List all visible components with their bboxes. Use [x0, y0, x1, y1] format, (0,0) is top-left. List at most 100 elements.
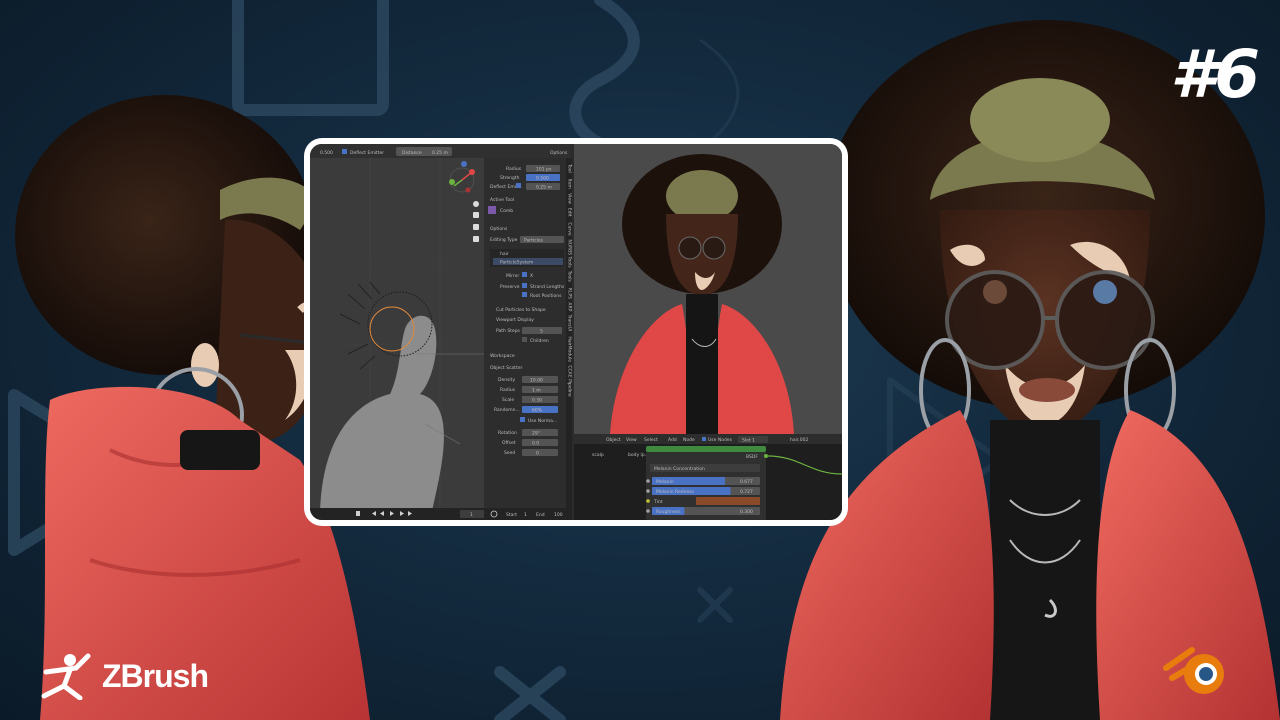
- scatter-radius-value: 1 m: [532, 388, 541, 394]
- parametrization-value: Melanin Concentration: [654, 466, 705, 472]
- particle-system-item[interactable]: ParticleSystem: [500, 260, 533, 266]
- strength-label: Strength: [500, 175, 520, 181]
- offset-label: Offset: [502, 440, 516, 446]
- use-normal-label: Use Norma...: [528, 418, 557, 424]
- mirror-value: X: [530, 273, 533, 279]
- roughness-socket[interactable]: [646, 509, 650, 513]
- menu-view[interactable]: View: [626, 437, 637, 443]
- mirror-checkbox[interactable]: [522, 272, 527, 277]
- side-tab-nurbs-tools[interactable]: NURBS Tools: [567, 239, 573, 268]
- side-tab-transui[interactable]: TransUI: [567, 314, 573, 332]
- density-label: Density: [498, 377, 515, 383]
- current-frame-value: 1: [470, 512, 473, 518]
- menu-node[interactable]: Node: [683, 437, 695, 443]
- zbrush-logo-text: ZBrush: [102, 657, 209, 694]
- side-tab-rlps[interactable]: RLPS: [567, 288, 573, 299]
- children-checkbox[interactable]: [522, 337, 527, 342]
- end-value[interactable]: 100: [554, 512, 563, 518]
- randomness-label: Randomn...: [494, 407, 520, 413]
- melanin-value: 0.677: [740, 479, 753, 485]
- object-scatter-header[interactable]: Object Scatter: [490, 365, 522, 371]
- seed-field[interactable]: [522, 449, 558, 456]
- slot-value: Slot 1: [742, 438, 755, 444]
- rotation-label: Rotation: [498, 430, 517, 436]
- use-normal-checkbox[interactable]: [520, 417, 525, 422]
- viewport-display-header[interactable]: Viewport Display: [496, 317, 534, 323]
- options-label[interactable]: Options: [550, 150, 568, 156]
- side-tab-curve[interactable]: Curve: [567, 222, 573, 236]
- options-header[interactable]: Options: [490, 226, 508, 232]
- end-label: End: [536, 512, 545, 518]
- bsdf-output-socket[interactable]: [764, 454, 768, 458]
- node-title-bar[interactable]: [646, 446, 766, 452]
- zoom-icon: [473, 201, 479, 207]
- roughness-value: 0.300: [740, 509, 753, 515]
- side-tab-view[interactable]: View: [567, 193, 573, 204]
- grid-icon: [473, 236, 479, 242]
- camera-icon: [473, 224, 479, 230]
- blender-logo-icon: [1163, 647, 1224, 694]
- side-tab-item[interactable]: Item: [567, 179, 573, 189]
- path-steps-value: 5: [540, 329, 543, 335]
- blender-screen: 0.500 Deflect Emitter Distance 0.25 m Op…: [310, 144, 842, 520]
- comb-label: Comb: [500, 208, 513, 214]
- side-tab-edit[interactable]: Edit: [567, 208, 573, 217]
- root-positions-checkbox[interactable]: [522, 292, 527, 297]
- side-tab-arp[interactable]: ARP: [567, 302, 573, 311]
- seed-label: Seed: [504, 450, 515, 456]
- preserve-label: Preserve: [500, 284, 520, 290]
- root-positions-label: Root Positions: [530, 293, 562, 299]
- offset-field[interactable]: [522, 439, 558, 446]
- header-value[interactable]: 0.500: [320, 150, 333, 156]
- strength-value: 0.500: [536, 176, 549, 182]
- scale-label: Scale: [502, 397, 514, 403]
- blender-screenshot-frame: 0.500 Deflect Emitter Distance 0.25 m Op…: [304, 138, 848, 526]
- melanin-redness-value: 0.727: [740, 489, 753, 495]
- cut-particles-header[interactable]: Cut Particles to Shape: [496, 307, 546, 313]
- use-nodes-label: Use Nodes: [708, 437, 733, 443]
- randomness-value: 60%: [532, 408, 543, 414]
- editing-type-label: Editing Type: [490, 237, 518, 243]
- distance-label: Distance: [402, 150, 422, 156]
- deflect-checkbox[interactable]: [342, 149, 347, 154]
- object-mode-select[interactable]: Object: [606, 437, 621, 443]
- start-value[interactable]: 1: [524, 512, 527, 518]
- side-tab-tools[interactable]: Tools: [567, 270, 573, 283]
- material-name[interactable]: hair.002: [790, 437, 808, 443]
- timeline-bar: [310, 508, 572, 520]
- melanin-redness-label: Melanin Redness: [656, 489, 695, 495]
- tint-color-swatch[interactable]: [696, 497, 760, 505]
- deflect-emit-checkbox[interactable]: [516, 183, 521, 188]
- seed-value: 0: [536, 451, 539, 457]
- rotation-field[interactable]: [522, 429, 558, 436]
- pan-hand-icon: [473, 212, 479, 218]
- path-steps-label: Path Steps: [496, 328, 521, 334]
- offset-value: 0.0: [532, 441, 539, 447]
- side-tabs[interactable]: Tool Item View Edit Curve NURBS Tools Tools RLP…: [567, 163, 573, 397]
- comb-tool-icon[interactable]: [488, 206, 496, 214]
- workspace-header[interactable]: Workspace: [490, 353, 515, 359]
- active-tool-header[interactable]: Active Tool: [490, 197, 514, 203]
- side-tab-ccae-pipeline[interactable]: CCAE Pipeline: [567, 365, 573, 396]
- blender-ui: 0.500 Deflect Emitter Distance 0.25 m Op…: [310, 144, 842, 520]
- use-nodes-checkbox[interactable]: [702, 437, 706, 441]
- side-tab-tool[interactable]: Tool: [567, 163, 573, 173]
- melanin-label: Melanin: [656, 479, 674, 485]
- menu-add[interactable]: Add: [668, 437, 677, 443]
- tint-socket[interactable]: [646, 499, 650, 503]
- roughness-label: Roughness: [656, 509, 681, 515]
- radius-value: 101 px: [536, 167, 552, 173]
- start-label: Start: [506, 512, 517, 518]
- menu-select[interactable]: Select: [644, 437, 658, 443]
- strand-lengths-label: Strand Lengths: [530, 284, 565, 290]
- strand-lengths-checkbox[interactable]: [522, 283, 527, 288]
- mirror-label: Mirror: [506, 273, 519, 279]
- side-tab-hairmodule[interactable]: HairModule: [567, 336, 573, 362]
- radius-label: Radius: [506, 166, 522, 172]
- scale-value: 0.30: [532, 398, 542, 404]
- hair-item[interactable]: hair: [500, 251, 509, 257]
- breadcrumb-scalp[interactable]: scalp: [592, 452, 604, 458]
- melanin-socket[interactable]: [646, 479, 650, 483]
- melanin-redness-socket[interactable]: [646, 489, 650, 493]
- record-icon: [356, 511, 360, 516]
